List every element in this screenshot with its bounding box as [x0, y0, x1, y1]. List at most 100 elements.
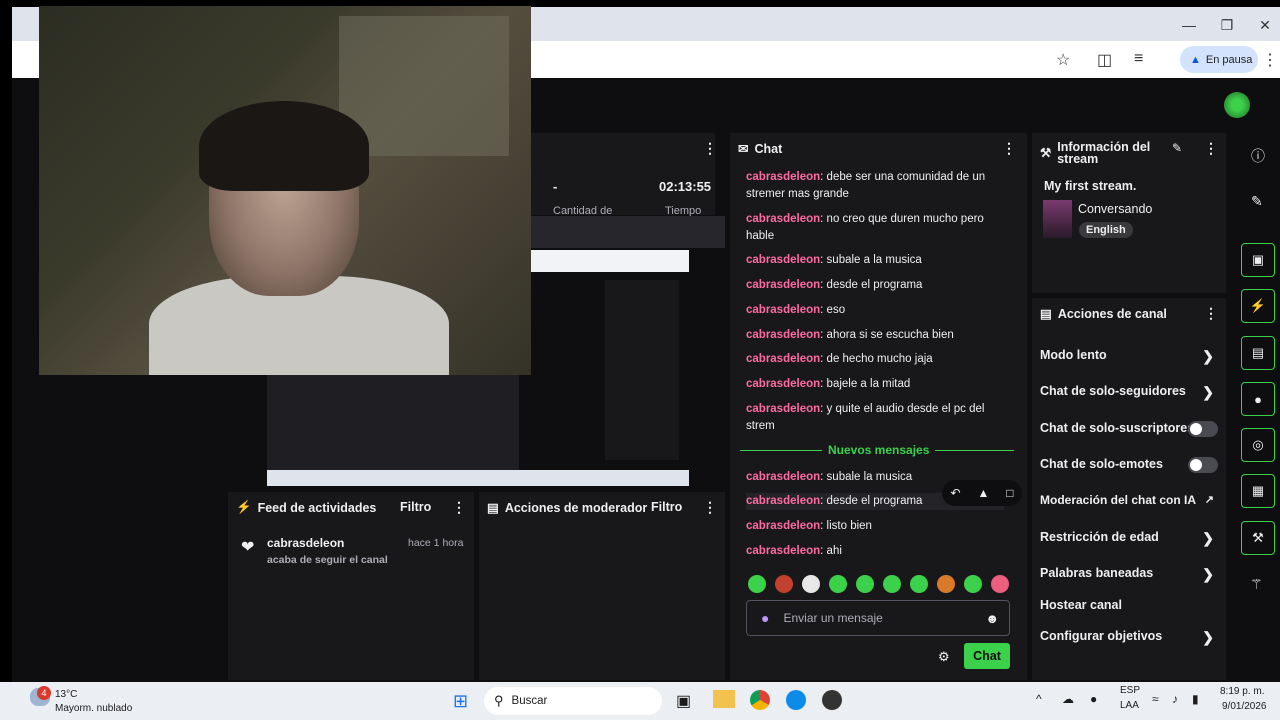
windows-start-icon[interactable]: ⊞ [453, 691, 468, 712]
action-slow-mode[interactable]: Modo lento ❯ [1032, 348, 1226, 368]
language-top[interactable]: ESP [1120, 685, 1140, 696]
media-control-icon[interactable]: ≡ [1134, 50, 1143, 68]
obs-icon[interactable] [822, 690, 842, 710]
mod-filter-button[interactable]: Filtro [651, 500, 682, 514]
activity-menu-icon[interactable]: ⋮ [452, 499, 466, 516]
quick-action-clip[interactable]: ▣ [1241, 243, 1275, 277]
emote-icon[interactable] [964, 575, 982, 593]
chat-menu-icon[interactable]: ⋮ [1002, 140, 1016, 157]
emote-icon[interactable] [802, 575, 820, 593]
chat-username[interactable]: cabrasdeleon [746, 171, 820, 183]
quick-action-broadcast[interactable]: ◎ [1241, 428, 1275, 462]
chat-username[interactable]: cabrasdeleon [746, 495, 820, 507]
menu-icon[interactable]: ⋮ [1262, 50, 1278, 70]
chat-username[interactable]: cabrasdeleon [746, 378, 820, 390]
undo-icon[interactable]: ↶ [950, 486, 960, 500]
edit-pencil-icon[interactable]: ✎ [1172, 141, 1182, 155]
chat-message[interactable]: cabrasdeleon: ahi [746, 543, 1004, 560]
pin-icon[interactable]: ▲ [977, 486, 989, 500]
weather-desc[interactable]: Mayorm. nublado [55, 703, 132, 714]
mod-menu-icon[interactable]: ⋮ [703, 499, 717, 516]
activity-username[interactable]: cabrasdeleon [267, 536, 344, 550]
profile-paused-button[interactable]: ▲ En pausa [1180, 46, 1258, 73]
chat-message[interactable]: cabrasdeleon: subale a la musica [746, 252, 1004, 269]
emote-icon[interactable] [775, 575, 793, 593]
activity-filter-button[interactable]: Filtro [400, 500, 431, 514]
edge-icon[interactable] [786, 690, 806, 710]
emote-icon[interactable] [937, 575, 955, 593]
chat-send-button[interactable]: Chat [964, 643, 1010, 669]
channel-actions-menu-icon[interactable]: ⋮ [1204, 305, 1218, 322]
chat-username[interactable]: cabrasdeleon [746, 353, 820, 365]
chat-message[interactable]: cabrasdeleon: bajele a la mitad [746, 376, 1004, 393]
star-icon[interactable]: ☆ [1056, 50, 1070, 70]
extensions-icon[interactable]: ◫ [1097, 50, 1112, 70]
action-configure-goals[interactable]: Configurar objetivos ❯ [1032, 629, 1226, 649]
add-action-icon[interactable]: ⚚ [1250, 576, 1263, 593]
chat-input-placeholder[interactable]: Enviar un mensaje [783, 611, 985, 625]
file-explorer-icon[interactable] [713, 690, 735, 708]
close-icon[interactable]: ✕ [1250, 17, 1280, 34]
quick-action-chat[interactable]: ● [1241, 382, 1275, 416]
language-bottom[interactable]: LAA [1120, 700, 1139, 711]
chat-input-box[interactable]: ● Enviar un mensaje ☻ [746, 600, 1010, 636]
quick-action-notes[interactable]: ▤ [1241, 336, 1275, 370]
minimize-icon[interactable]: — [1174, 17, 1204, 33]
settings-icon[interactable]: ⚙ [938, 649, 950, 665]
emote-icon[interactable] [856, 575, 874, 593]
action-host-channel[interactable]: Hostear canal [1032, 598, 1226, 618]
chat-message[interactable]: cabrasdeleon: debe ser una comunidad de … [746, 169, 1004, 202]
emote-icon[interactable] [883, 575, 901, 593]
clock-time[interactable]: 8:19 p. m. [1220, 686, 1264, 697]
chat-username[interactable]: cabrasdeleon [746, 213, 820, 225]
tray-cloud-icon[interactable]: ☁ [1062, 692, 1074, 706]
quick-action-ad[interactable]: ⚡ [1241, 289, 1275, 323]
chat-message[interactable]: cabrasdeleon: eso [746, 302, 1004, 319]
emotes-only-toggle[interactable] [1188, 457, 1218, 473]
chat-username[interactable]: cabrasdeleon [746, 279, 820, 291]
trash-icon[interactable]: □ [1006, 486, 1013, 500]
chat-message[interactable]: cabrasdeleon: no creo que duren mucho pe… [746, 211, 1004, 244]
volume-icon[interactable]: ♪ [1172, 692, 1178, 706]
chat-message[interactable]: cabrasdeleon: ahora si se escucha bien [746, 327, 1004, 344]
action-banned-words[interactable]: Palabras baneadas ❯ [1032, 566, 1226, 586]
chat-message[interactable]: cabrasdeleon: desde el programa [746, 277, 1004, 294]
chat-username[interactable]: cabrasdeleon [746, 403, 820, 415]
info-icon[interactable]: ⓘ [1251, 146, 1265, 166]
chat-username[interactable]: cabrasdeleon [746, 254, 820, 266]
chat-message[interactable]: cabrasdeleon: y quite el audio desde el … [746, 401, 1004, 434]
task-view-icon[interactable]: ▣ [676, 691, 691, 711]
edit-icon[interactable]: ✎ [1251, 193, 1263, 210]
chat-username[interactable]: cabrasdeleon [746, 329, 820, 341]
subscribers-only-toggle[interactable] [1188, 421, 1218, 437]
chat-username[interactable]: cabrasdeleon [746, 545, 820, 557]
category-name[interactable]: Conversando [1078, 202, 1152, 216]
user-avatar[interactable] [1224, 92, 1250, 118]
action-followers-only[interactable]: Chat de solo-seguidores ❯ [1032, 384, 1226, 404]
quick-action-layout[interactable]: ▦ [1241, 474, 1275, 508]
clock-date[interactable]: 9/01/2026 [1222, 701, 1267, 712]
taskbar-search[interactable]: ⚲ Buscar [484, 687, 662, 715]
microphone-icon[interactable]: ● [761, 610, 769, 626]
stream-info-menu-icon[interactable]: ⋮ [1204, 140, 1218, 157]
action-ai-moderation[interactable]: Moderación del chat con IA ↗ [1032, 493, 1226, 513]
battery-icon[interactable]: ▮ [1192, 692, 1199, 706]
chat-username[interactable]: cabrasdeleon [746, 304, 820, 316]
wifi-icon[interactable]: ≈ [1152, 692, 1159, 706]
action-age-restriction[interactable]: Restricción de edad ❯ [1032, 530, 1226, 550]
emoji-icon[interactable]: ☻ [985, 611, 999, 626]
emote-icon[interactable] [991, 575, 1009, 593]
chrome-icon[interactable] [750, 690, 770, 710]
language-tag[interactable]: English [1079, 222, 1133, 238]
restore-icon[interactable]: ❐ [1212, 17, 1242, 34]
weather-temp[interactable]: 13°C [55, 689, 77, 700]
chat-message[interactable]: cabrasdeleon: de hecho mucho jaja [746, 351, 1004, 368]
tray-expand-icon[interactable]: ^ [1036, 692, 1042, 706]
chat-username[interactable]: cabrasdeleon [746, 471, 820, 483]
quick-action-tools[interactable]: ⚒ [1241, 521, 1275, 555]
emote-icon[interactable] [829, 575, 847, 593]
emote-icon[interactable] [910, 575, 928, 593]
stats-menu-icon[interactable]: ⋮ [703, 140, 717, 157]
chat-message[interactable]: cabrasdeleon: listo bien [746, 518, 1004, 535]
chat-username[interactable]: cabrasdeleon [746, 520, 820, 532]
